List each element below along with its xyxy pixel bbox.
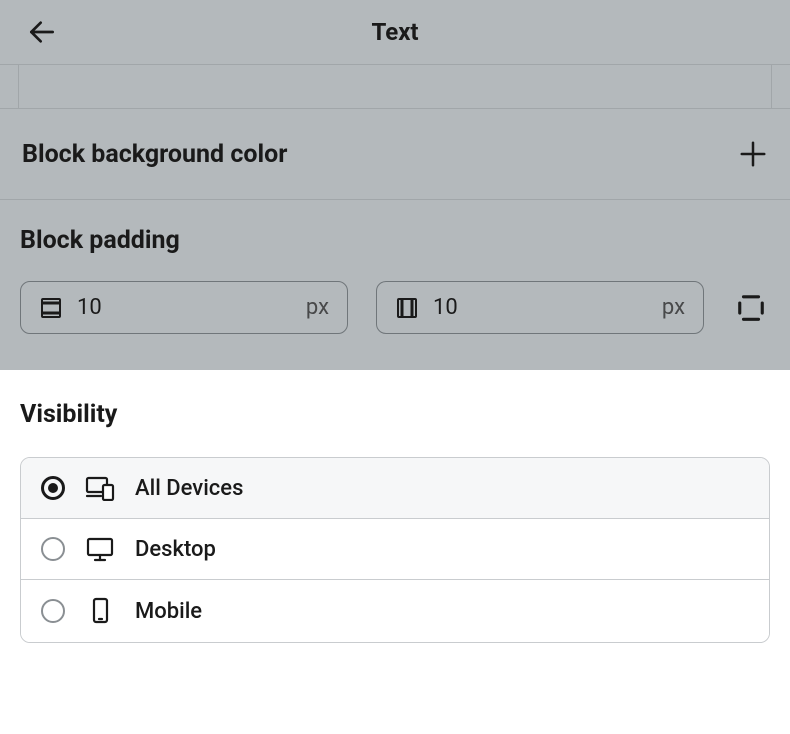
separate-sides-icon <box>736 293 766 323</box>
spacer <box>18 65 772 108</box>
option-label-mobile: Mobile <box>135 599 202 624</box>
visibility-options: All Devices Desktop Mobile <box>20 457 770 643</box>
add-background-color-button[interactable] <box>738 139 768 169</box>
padding-vertical-value: 10 <box>77 295 306 320</box>
padding-horizontal-icon <box>395 296 419 320</box>
visibility-option-mobile[interactable]: Mobile <box>21 579 769 642</box>
padding-horizontal-unit: px <box>662 295 685 320</box>
mobile-icon <box>85 597 115 625</box>
all-devices-icon <box>85 475 115 501</box>
header: Text <box>0 0 790 65</box>
padding-vertical-input[interactable]: 10 px <box>20 281 348 334</box>
arrow-left-icon <box>26 16 58 48</box>
visibility-label: Visibility <box>20 400 770 429</box>
back-button[interactable] <box>26 16 58 48</box>
visibility-section: Visibility All Devices D <box>0 370 790 663</box>
plus-icon <box>738 139 768 169</box>
visibility-option-desktop[interactable]: Desktop <box>21 518 769 579</box>
option-label-all: All Devices <box>135 476 243 501</box>
padding-link-toggle[interactable] <box>732 293 770 323</box>
padding-horizontal-value: 10 <box>433 295 662 320</box>
radio-mobile[interactable] <box>41 599 65 623</box>
visibility-option-all-devices[interactable]: All Devices <box>21 458 769 518</box>
radio-all-devices[interactable] <box>41 476 65 500</box>
radio-desktop[interactable] <box>41 537 65 561</box>
block-background-label: Block background color <box>22 140 287 169</box>
block-padding-label: Block padding <box>20 226 770 255</box>
page-title: Text <box>371 18 418 46</box>
block-background-row[interactable]: Block background color <box>0 108 790 200</box>
desktop-icon <box>85 536 115 562</box>
padding-vertical-unit: px <box>306 295 329 320</box>
block-padding-section: Block padding 10 px <box>0 200 790 370</box>
option-label-desktop: Desktop <box>135 537 216 562</box>
padding-horizontal-input[interactable]: 10 px <box>376 281 704 334</box>
padding-vertical-icon <box>39 296 63 320</box>
